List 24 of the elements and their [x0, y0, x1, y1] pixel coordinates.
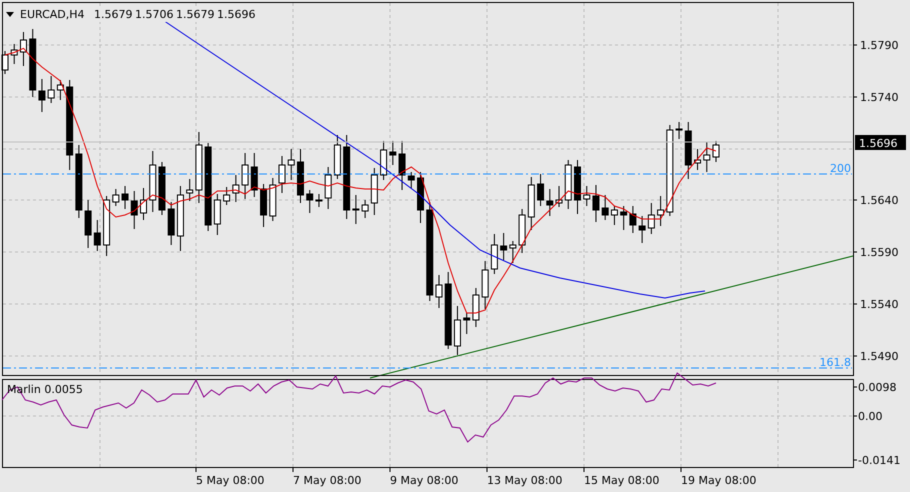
price-quote: 1.5706 [135, 8, 174, 21]
fibonacci-level-label: 200 [830, 162, 851, 175]
time-axis-label: 15 May 08:00 [584, 474, 660, 487]
price-axis-label: 1.5790 [860, 39, 898, 52]
fibonacci-level-label: 161.8 [820, 356, 851, 369]
price-axis-label: 1.5590 [860, 246, 898, 259]
price-axis-label: 1.5740 [860, 91, 898, 104]
time-axis-label: 13 May 08:00 [487, 474, 562, 487]
time-axis-label: 5 May 08:00 [196, 474, 264, 487]
price-quote: 1.5679 [176, 8, 214, 21]
price-quote: 1.5696 [217, 8, 256, 21]
current-price-label: 1.5696 [855, 135, 906, 150]
price-quote: 1.5679 [94, 8, 132, 21]
price-axis-label: 1.5540 [860, 298, 898, 311]
oscillator-axis-label: 0.00 [858, 410, 882, 423]
time-axis-label: 9 May 08:00 [390, 474, 458, 487]
price-axis-label: 1.5490 [860, 350, 898, 363]
oscillator-axis-label: -0.0141 [858, 454, 900, 467]
oscillator-axis-label: 0.0098 [858, 381, 896, 394]
time-axis-label: 7 May 08:00 [293, 474, 362, 487]
price-axis-label: 1.5640 [860, 194, 898, 207]
symbol-label: EURCAD,H4 [20, 8, 85, 21]
time-axis-label: 19 May 08:00 [681, 474, 756, 487]
dropdown-triangle-icon[interactable] [6, 12, 14, 17]
